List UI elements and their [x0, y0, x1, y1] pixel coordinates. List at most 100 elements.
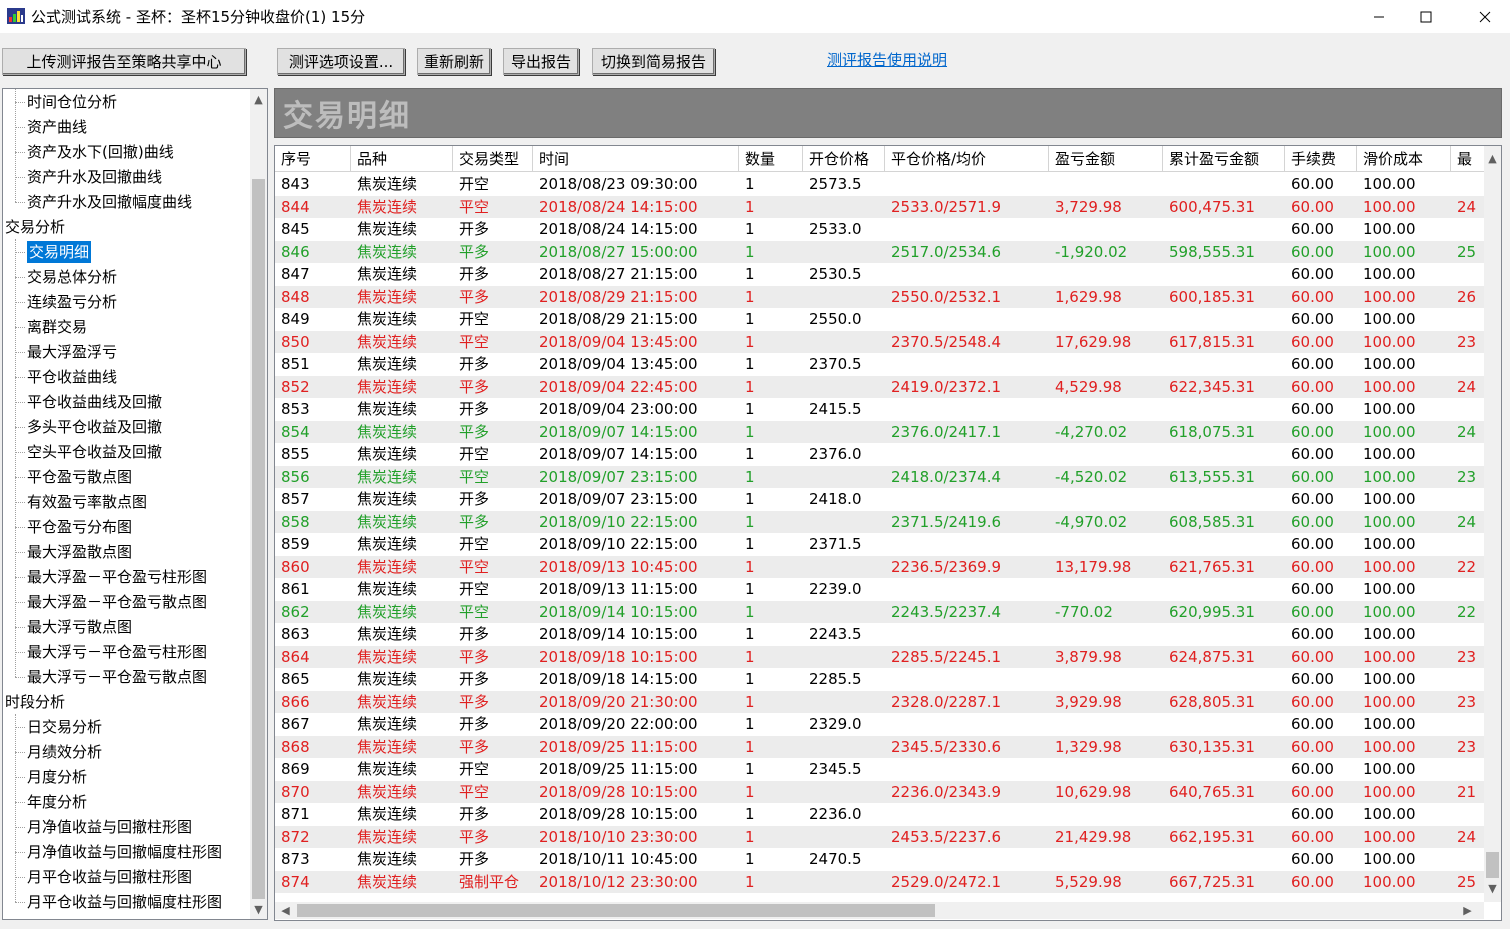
tree-item[interactable]: 平仓收益曲线及回撤: [27, 391, 162, 413]
table-row[interactable]: 856 焦炭连续 平空 2018/09/07 23:15:00 1 2418.0/2374…: [275, 465, 1485, 488]
table-cell: [1163, 758, 1285, 781]
tree-item[interactable]: 日交易分析: [27, 716, 102, 738]
maximize-button[interactable]: [1403, 0, 1449, 33]
table-hscroll-thumb[interactable]: [297, 904, 935, 917]
tree-item[interactable]: 最大浮亏散点图: [27, 616, 132, 638]
tree-item[interactable]: 月绩效分析: [27, 741, 102, 763]
tree-item[interactable]: 最大浮盈散点图: [27, 541, 132, 563]
table-row[interactable]: 864 焦炭连续 平多 2018/09/18 10:15:00 1 2285.5/2245…: [275, 645, 1485, 668]
table-row[interactable]: 871 焦炭连续 开多 2018/09/28 10:15:00 1 2236.0 60.00…: [275, 803, 1485, 826]
table-row[interactable]: 865 焦炭连续 开多 2018/09/18 14:15:00 1 2285.5 60.00…: [275, 668, 1485, 691]
options-button[interactable]: 测评选项设置...: [277, 48, 405, 75]
tree-item[interactable]: 最大浮盈－平仓盈亏散点图: [27, 591, 207, 613]
close-button[interactable]: [1462, 0, 1508, 33]
table-row[interactable]: 853 焦炭连续 开多 2018/09/04 23:00:00 1 2415.5 60.00…: [275, 398, 1485, 421]
tree-item[interactable]: 资产及水下(回撤)曲线: [27, 141, 174, 163]
table-row[interactable]: 843 焦炭连续 开空 2018/08/23 09:30:00 1 2573.5 60.00…: [275, 173, 1485, 196]
column-header[interactable]: 时间: [533, 146, 739, 172]
tree-item[interactable]: 平仓收益曲线: [27, 366, 117, 388]
table-row[interactable]: 869 焦炭连续 开空 2018/09/25 11:15:00 1 2345.5 60.00…: [275, 758, 1485, 781]
table-row[interactable]: 849 焦炭连续 开空 2018/08/29 21:15:00 1 2550.0 60.00…: [275, 308, 1485, 331]
tree-item[interactable]: 最大浮亏－平仓盈亏柱形图: [27, 641, 207, 663]
table-cell: 620,995.31: [1169, 602, 1255, 621]
tree-item[interactable]: 资产升水及回撤幅度曲线: [27, 191, 192, 213]
column-header[interactable]: 最: [1451, 146, 1485, 172]
tree-item[interactable]: 月平仓收益与回撤柱形图: [27, 866, 192, 888]
table-row[interactable]: 858 焦炭连续 平多 2018/09/10 22:15:00 1 2371.5/2419…: [275, 510, 1485, 533]
table-row[interactable]: 845 焦炭连续 开多 2018/08/24 14:15:00 1 2533.0 60.00…: [275, 218, 1485, 241]
table-row[interactable]: 847 焦炭连续 开多 2018/08/27 21:15:00 1 2530.5 60.00…: [275, 263, 1485, 286]
tree-item[interactable]: 交易明细: [27, 241, 92, 263]
table-row[interactable]: 870 焦炭连续 平空 2018/09/28 10:15:00 1 2236.0/2343…: [275, 780, 1485, 803]
scroll-up-icon[interactable]: ▲: [250, 91, 267, 108]
table-row[interactable]: 852 焦炭连续 平多 2018/09/04 22:45:00 1 2419.0/2372…: [275, 375, 1485, 398]
table-row[interactable]: 854 焦炭连续 平多 2018/09/07 14:15:00 1 2376.0/2417…: [275, 420, 1485, 443]
tree-item[interactable]: 月平仓收益与回撤幅度柱形图: [27, 891, 222, 913]
table-row[interactable]: 874 焦炭连续 强制平仓 2018/10/12 23:30:00 1 2529.0/24…: [275, 870, 1485, 893]
tree-item[interactable]: 月净值收益与回撤柱形图: [27, 816, 192, 838]
column-header[interactable]: 累计盈亏金额: [1163, 146, 1285, 172]
tree-item[interactable]: 多头平仓收益及回撤: [27, 416, 162, 438]
refresh-button[interactable]: 重新刷新: [417, 48, 491, 75]
tree-item[interactable]: 连续盈亏分析: [27, 291, 117, 313]
tree-item[interactable]: 最大浮盈浮亏: [27, 341, 117, 363]
scroll-left-icon[interactable]: ◀: [277, 902, 294, 919]
table-row[interactable]: 848 焦炭连续 平多 2018/08/29 21:15:00 1 2550.0/2532…: [275, 285, 1485, 308]
column-header[interactable]: 序号: [275, 146, 351, 172]
column-header[interactable]: 滑价成本: [1357, 146, 1451, 172]
tree-item[interactable]: 离群交易: [27, 316, 87, 338]
table-row[interactable]: 867 焦炭连续 开多 2018/09/20 22:00:00 1 2329.0 60.00…: [275, 713, 1485, 736]
tree-item[interactable]: 最大浮盈－平仓盈亏柱形图: [27, 566, 207, 588]
table-row[interactable]: 873 焦炭连续 开多 2018/10/11 10:45:00 1 2470.5 60.00…: [275, 848, 1485, 871]
tree-item[interactable]: 交易总体分析: [27, 266, 117, 288]
tree-item[interactable]: 年度分析: [27, 791, 87, 813]
table-row[interactable]: 860 焦炭连续 平空 2018/09/13 10:45:00 1 2236.5/2369…: [275, 555, 1485, 578]
table-row[interactable]: 859 焦炭连续 开空 2018/09/10 22:15:00 1 2371.5 60.00…: [275, 533, 1485, 556]
tree-item[interactable]: 月度分析: [27, 766, 87, 788]
column-header[interactable]: 品种: [351, 146, 453, 172]
column-header[interactable]: 开仓价格: [803, 146, 885, 172]
table-row[interactable]: 862 焦炭连续 平空 2018/09/14 10:15:00 1 2243.5/2237…: [275, 600, 1485, 623]
tree-item[interactable]: 资产升水及回撤曲线: [27, 166, 162, 188]
tree-scroll-thumb[interactable]: [252, 179, 265, 899]
table-row[interactable]: 861 焦炭连续 开空 2018/09/13 11:15:00 1 2239.0 60.00…: [275, 578, 1485, 601]
help-link[interactable]: 测评报告使用说明: [827, 49, 947, 70]
column-header[interactable]: 数量: [739, 146, 803, 172]
table-row[interactable]: 844 焦炭连续 平空 2018/08/24 14:15:00 1 2533.0/2571…: [275, 195, 1485, 218]
table-row[interactable]: 855 焦炭连续 开空 2018/09/07 14:15:00 1 2376.0 60.00…: [275, 443, 1485, 466]
minimize-button[interactable]: [1356, 0, 1402, 33]
table-row[interactable]: 872 焦炭连续 平多 2018/10/10 23:30:00 1 2453.5/2237…: [275, 825, 1485, 848]
tree-item[interactable]: 最大浮亏－平仓盈亏散点图: [27, 666, 207, 688]
table-row[interactable]: 863 焦炭连续 开多 2018/09/14 10:15:00 1 2243.5 60.00…: [275, 623, 1485, 646]
tree-item[interactable]: 平仓盈亏分布图: [27, 516, 132, 538]
upload-report-button[interactable]: 上传测评报告至策略共享中心: [2, 48, 246, 75]
tree-item[interactable]: 空头平仓收益及回撤: [27, 441, 162, 463]
table-row[interactable]: 851 焦炭连续 开多 2018/09/04 13:45:00 1 2370.5 60.00…: [275, 353, 1485, 376]
tree-group[interactable]: 交易分析: [5, 216, 65, 238]
scroll-down-icon[interactable]: ▼: [250, 901, 267, 918]
table-row[interactable]: 850 焦炭连续 平空 2018/09/04 13:45:00 1 2370.5/2548…: [275, 330, 1485, 353]
export-report-button[interactable]: 导出报告: [503, 48, 579, 75]
column-header[interactable]: 交易类型: [453, 146, 533, 172]
tree-item[interactable]: 有效盈亏率散点图: [27, 491, 147, 513]
tree-group[interactable]: 时段分析: [5, 691, 65, 713]
table-row[interactable]: 868 焦炭连续 平多 2018/09/25 11:15:00 1 2345.5/2330…: [275, 735, 1485, 758]
tree-item[interactable]: 时间仓位分析: [27, 91, 117, 113]
tree-scrollbar[interactable]: ▲ ▼: [250, 89, 267, 919]
scroll-down-icon[interactable]: ▼: [1484, 880, 1501, 897]
tree-item[interactable]: 平仓盈亏散点图: [27, 466, 132, 488]
scroll-right-icon[interactable]: ▶: [1459, 902, 1476, 919]
column-header[interactable]: 手续费: [1285, 146, 1357, 172]
switch-simple-report-button[interactable]: 切换到简易报告: [592, 48, 715, 75]
column-header[interactable]: 平仓价格/均价: [885, 146, 1049, 172]
table-row[interactable]: 846 焦炭连续 平多 2018/08/27 15:00:00 1 2517.0/2534…: [275, 240, 1485, 263]
table-horizontal-scrollbar[interactable]: ◀ ▶: [275, 902, 1484, 919]
column-header[interactable]: 盈亏金额: [1049, 146, 1163, 172]
table-vscroll-thumb[interactable]: [1486, 852, 1499, 878]
tree-item[interactable]: 月净值收益与回撤幅度柱形图: [27, 841, 222, 863]
tree-item[interactable]: 资产曲线: [27, 116, 87, 138]
table-row[interactable]: 866 焦炭连续 平多 2018/09/20 21:30:00 1 2328.0/2287…: [275, 690, 1485, 713]
table-row[interactable]: 857 焦炭连续 开多 2018/09/07 23:15:00 1 2418.0 60.00…: [275, 488, 1485, 511]
table-vertical-scrollbar[interactable]: ▲ ▼: [1484, 146, 1501, 902]
scroll-up-icon[interactable]: ▲: [1484, 150, 1501, 167]
